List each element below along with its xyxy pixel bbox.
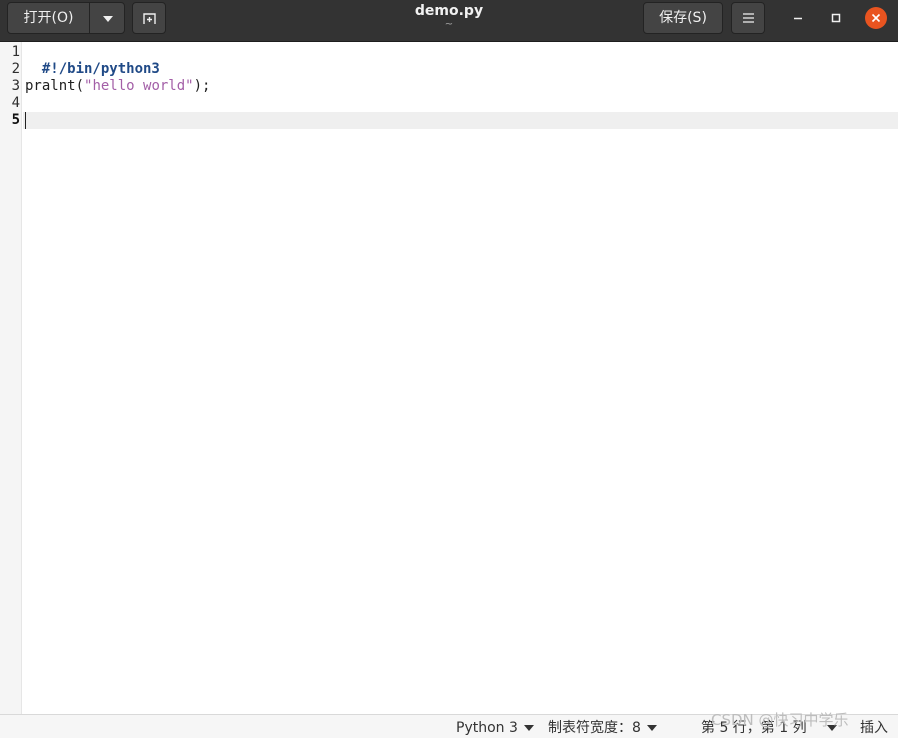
chevron-down-icon xyxy=(646,725,657,731)
tab-width-label: 制表符宽度：8 xyxy=(548,720,641,736)
title-area: demo.py ~ xyxy=(349,3,549,30)
line-number: 2 xyxy=(11,61,20,77)
open-button[interactable]: 打开(O) xyxy=(7,2,90,34)
chevron-down-icon xyxy=(523,725,534,731)
line-number: 1 xyxy=(11,44,20,60)
tab-width-selector[interactable]: 制表符宽度：8 xyxy=(548,718,657,738)
menu-button[interactable] xyxy=(731,2,765,34)
minimize-icon xyxy=(794,17,802,20)
line-number: 4 xyxy=(11,95,20,111)
insert-mode[interactable]: 插入 xyxy=(860,718,888,738)
code-token: ); xyxy=(193,78,211,94)
header-bar: 打开(O) demo.py ~ 保存(S) xyxy=(0,0,898,42)
language-selector[interactable]: Python 3 xyxy=(456,718,534,738)
line-number-gutter: 1 2 3 4 5 xyxy=(0,42,22,714)
open-menu-button[interactable] xyxy=(89,2,125,34)
line-number: 3 xyxy=(11,78,20,94)
line-number-current: 5 xyxy=(11,112,20,128)
text-editor[interactable] xyxy=(23,42,898,714)
new-tab-icon xyxy=(143,13,156,24)
chevron-down-icon xyxy=(103,16,113,22)
new-tab-button[interactable] xyxy=(132,2,166,34)
maximize-icon xyxy=(831,13,841,23)
close-icon xyxy=(871,13,881,23)
window-title: demo.py xyxy=(414,3,484,19)
watermark: CSDN @快习中学乐 xyxy=(711,711,849,729)
maximize-button[interactable] xyxy=(825,7,847,29)
minimize-button[interactable] xyxy=(787,7,809,29)
code-shebang: #!/bin/python3 xyxy=(41,61,160,77)
hamburger-icon xyxy=(743,13,754,23)
save-button-label: 保存(S) xyxy=(659,10,707,26)
save-button[interactable]: 保存(S) xyxy=(643,2,723,34)
insert-mode-label: 插入 xyxy=(860,720,888,736)
code-token: pralnt( xyxy=(25,78,85,94)
window-subtitle: ~ xyxy=(444,19,454,30)
code-line[interactable]: #!/bin/python3 xyxy=(25,44,160,77)
code-string: "hello world" xyxy=(84,78,194,94)
open-button-label: 打开(O) xyxy=(23,10,74,26)
code-line[interactable]: pralnt("hello world"); xyxy=(25,78,210,95)
close-button[interactable] xyxy=(865,7,887,29)
text-cursor xyxy=(25,112,26,129)
language-label: Python 3 xyxy=(456,720,518,736)
current-line-highlight xyxy=(23,112,898,129)
